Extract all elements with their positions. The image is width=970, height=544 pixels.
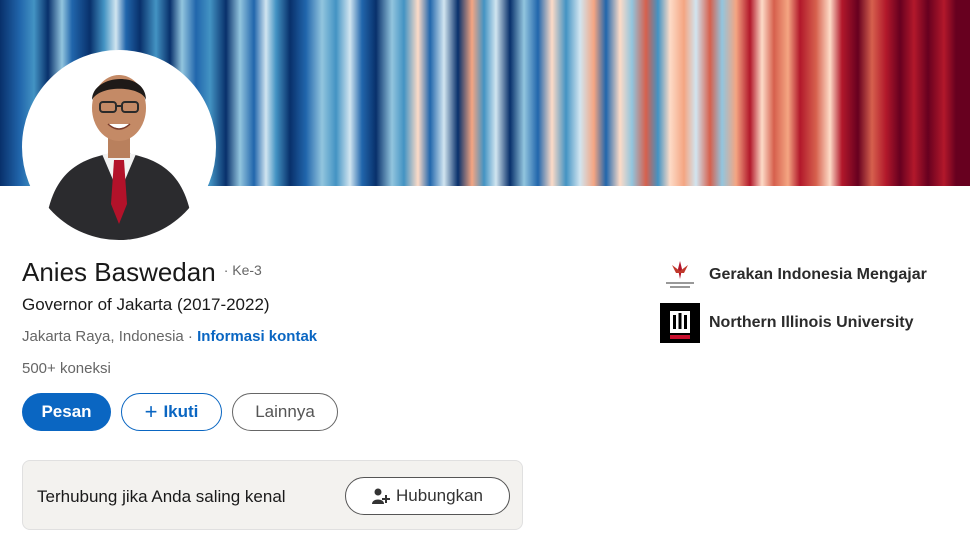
connect-suggestion-text: Terhubung jika Anda saling kenal xyxy=(37,487,286,506)
name-row: Anies Baswedan · Ke-3 xyxy=(22,257,262,288)
contact-info-link[interactable]: Informasi kontak xyxy=(197,328,317,345)
message-button-label: Pesan xyxy=(41,402,92,421)
more-button[interactable]: Lainnya xyxy=(232,393,338,431)
separator: · xyxy=(183,328,198,345)
connect-suggestion-card: Terhubung jika Anda saling kenal Hubungk… xyxy=(22,460,523,530)
profile-headline: Governor of Jakarta (2017-2022) xyxy=(22,295,270,314)
follow-button[interactable]: + Ikuti xyxy=(121,393,222,431)
more-button-label: Lainnya xyxy=(255,402,315,421)
message-button[interactable]: Pesan xyxy=(22,393,111,431)
connections-count: 500+ koneksi xyxy=(22,360,111,377)
org-name-niu: Northern Illinois University xyxy=(709,314,914,331)
plus-icon: + xyxy=(144,399,158,424)
profile-actions: Pesan + Ikuti Lainnya xyxy=(22,393,338,431)
profile-location: Jakarta Raya, Indonesia xyxy=(22,328,184,345)
indonesia-mengajar-logo xyxy=(660,255,700,295)
avatar[interactable] xyxy=(22,50,216,244)
niu-logo xyxy=(660,303,700,343)
connect-button-label: Hubungkan xyxy=(396,486,483,505)
follow-button-label: Ikuti xyxy=(163,402,199,421)
profile-name: Anies Baswedan xyxy=(22,257,216,287)
location-row: Jakarta Raya, Indonesia · Informasi kont… xyxy=(22,328,317,345)
profile-photo xyxy=(26,54,212,240)
org-name-indonesia-mengajar: Gerakan Indonesia Mengajar xyxy=(709,266,927,283)
org-item-indonesia-mengajar[interactable]: Gerakan Indonesia Mengajar xyxy=(660,255,927,295)
connect-button[interactable]: Hubungkan xyxy=(345,477,510,515)
connection-degree: · Ke-3 xyxy=(223,262,262,278)
add-person-icon xyxy=(372,488,391,504)
org-item-niu[interactable]: Northern Illinois University xyxy=(660,303,913,343)
